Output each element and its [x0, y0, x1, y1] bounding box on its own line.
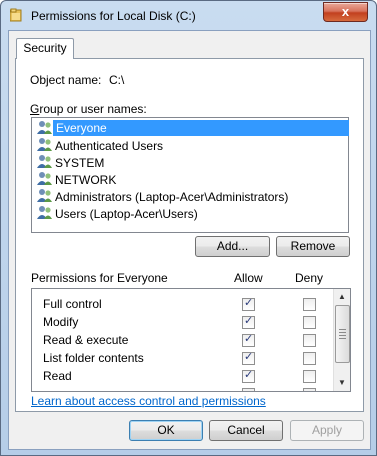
list-item[interactable]: SYSTEM [33, 154, 344, 171]
security-panel: Object name: C:\ Group or user names: Ev… [15, 58, 364, 412]
allow-checkbox[interactable]: ✓ [242, 369, 255, 383]
deny-header: Deny [295, 271, 324, 285]
check-icon: ✓ [244, 369, 254, 381]
check-icon: ✓ [244, 333, 254, 345]
deny-checkbox[interactable] [303, 316, 316, 329]
allow-checkbox[interactable] [242, 388, 255, 391]
allow-header: Allow [234, 271, 263, 285]
permission-name: Full control [43, 297, 102, 311]
permission-row [32, 385, 332, 391]
allow-checkbox[interactable]: ✓ [242, 297, 255, 311]
list-item[interactable]: Everyone [33, 120, 349, 137]
permission-row: Read & execute ✓ [32, 331, 332, 349]
permissions-dialog: Permissions for Local Disk (C:) x Securi… [0, 0, 377, 456]
group-name: Authenticated Users [55, 139, 164, 153]
permission-row: Modify ✓ [32, 313, 332, 331]
permission-name: List folder contents [43, 351, 144, 365]
users-icon [37, 121, 52, 134]
deny-checkbox[interactable] [303, 388, 316, 391]
permission-name: Read & execute [43, 333, 129, 347]
close-button[interactable]: x [323, 2, 368, 22]
permission-name: Modify [43, 315, 79, 329]
cancel-button[interactable]: Cancel [209, 420, 283, 441]
permission-row: List folder contents ✓ [32, 349, 332, 367]
check-icon: ✓ [244, 315, 254, 327]
tab-security[interactable]: Security [16, 38, 74, 59]
scrollbar[interactable]: ▲ ▼ [333, 289, 350, 391]
permissions-list: Full control ✓ Modify ✓ Read & execute ✓… [31, 288, 351, 392]
scroll-up-icon[interactable]: ▲ [334, 289, 350, 305]
allow-checkbox[interactable]: ✓ [242, 315, 255, 329]
check-icon: ✓ [244, 297, 254, 309]
list-item[interactable]: Users (Laptop-Acer\Users) [33, 205, 344, 222]
allow-checkbox[interactable]: ✓ [242, 333, 255, 347]
group-name: NETWORK [55, 173, 117, 187]
scroll-thumb[interactable] [335, 305, 350, 363]
check-icon: ✓ [244, 351, 254, 363]
permissions-label: Permissions for Everyone [31, 271, 168, 285]
users-icon [37, 155, 52, 168]
group-name: SYSTEM [55, 156, 105, 170]
deny-checkbox[interactable] [303, 352, 316, 365]
users-icon [37, 172, 52, 185]
remove-button[interactable]: Remove [276, 236, 350, 257]
permission-row: Full control ✓ [32, 295, 332, 313]
permission-row: Read ✓ [32, 367, 332, 385]
deny-checkbox[interactable] [303, 334, 316, 347]
list-item[interactable]: NETWORK [33, 171, 344, 188]
apply-button: Apply [290, 420, 364, 441]
group-name: Everyone [53, 120, 349, 136]
ok-button[interactable]: OK [129, 420, 203, 441]
group-list[interactable]: Everyone Authenticated Users SYSTEM NETW… [31, 117, 349, 233]
list-item[interactable]: Authenticated Users [33, 137, 344, 154]
access-control-help-link[interactable]: Learn about access control and permissio… [31, 394, 266, 408]
title-bar[interactable]: Permissions for Local Disk (C:) x [1, 1, 376, 31]
group-list-label: Group or user names: [30, 102, 147, 116]
users-icon [37, 189, 52, 202]
list-item[interactable]: Administrators (Laptop-Acer\Administrato… [33, 188, 344, 205]
users-icon [37, 138, 52, 151]
add-button[interactable]: Add... [195, 236, 270, 257]
folder-icon [10, 8, 22, 22]
allow-checkbox[interactable]: ✓ [242, 351, 255, 365]
window-title: Permissions for Local Disk (C:) [31, 9, 196, 23]
object-name-value: C:\ [109, 73, 125, 87]
dialog-body: Security Object name: C:\ Group or user … [8, 30, 371, 450]
users-icon [37, 206, 52, 219]
group-name: Users (Laptop-Acer\Users) [55, 207, 198, 221]
permission-name: Read [43, 369, 72, 383]
object-name-label: Object name: [30, 73, 102, 87]
deny-checkbox[interactable] [303, 298, 316, 311]
deny-checkbox[interactable] [303, 370, 316, 383]
group-name: Administrators (Laptop-Acer\Administrato… [55, 190, 289, 204]
scroll-down-icon[interactable]: ▼ [334, 375, 350, 391]
